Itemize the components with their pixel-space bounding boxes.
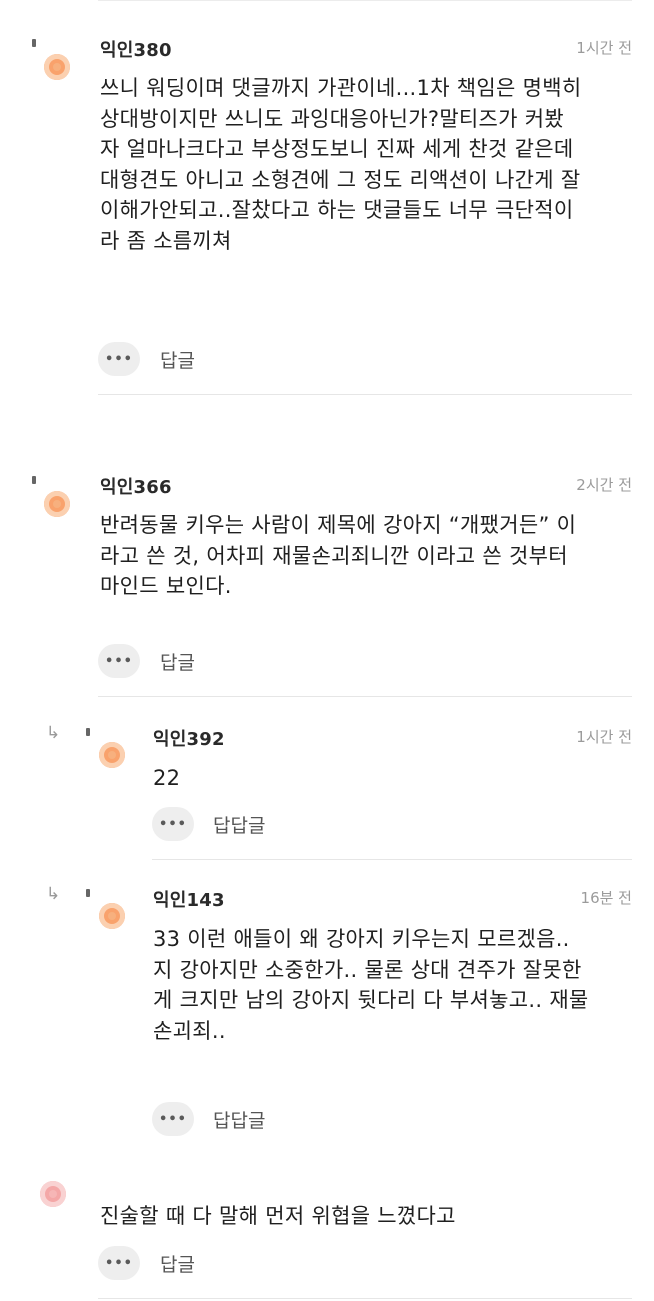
avatar <box>99 742 125 768</box>
more-options-button[interactable]: ••• <box>152 807 194 841</box>
reply-time: 1시간 전 <box>576 728 632 746</box>
avatar <box>40 1181 66 1207</box>
reply-body: 22 <box>153 766 181 790</box>
reply-time: 16분 전 <box>580 889 632 907</box>
more-options-button[interactable]: ••• <box>98 342 140 376</box>
comment-body: 진술할 때 다 말해 먼저 위협을 느꼈다고 <box>100 1204 456 1228</box>
comment-author[interactable]: 익인366 <box>100 473 172 499</box>
avatar <box>44 491 70 517</box>
menu-dot-icon[interactable] <box>86 728 90 736</box>
menu-dot-icon[interactable] <box>86 889 90 897</box>
reply-button[interactable]: 답답글 <box>213 1106 265 1133</box>
comment-body: 쓰니 워딩이며 댓글까지 가관이네...1차 책임은 명백히 상대방이지만 쓰니… <box>100 76 582 253</box>
reply-arrow-icon: ↳ <box>46 723 61 743</box>
comment-divider <box>152 859 632 860</box>
reply-author[interactable]: 익인143 <box>153 886 225 912</box>
comment-time: 1시간 전 <box>576 39 632 57</box>
comment-divider <box>98 394 632 395</box>
avatar <box>44 54 70 80</box>
avatar <box>99 903 125 929</box>
more-options-button[interactable]: ••• <box>98 644 140 678</box>
more-options-button[interactable]: ••• <box>152 1102 194 1136</box>
comment-author[interactable]: 익인380 <box>100 36 172 62</box>
reply-arrow-icon: ↳ <box>46 884 61 904</box>
reply-body: 33 이런 애들이 왜 강아지 키우는지 모르겠음.. 지 강아지만 소중한가.… <box>153 927 589 1043</box>
reply-button[interactable]: 답글 <box>160 648 195 675</box>
more-options-button[interactable]: ••• <box>98 1246 140 1280</box>
menu-dot-icon[interactable] <box>32 476 36 484</box>
reply-author[interactable]: 익인392 <box>153 725 225 751</box>
reply-button[interactable]: 답글 <box>160 1250 195 1277</box>
comment-divider <box>98 696 632 697</box>
menu-dot-icon[interactable] <box>32 39 36 47</box>
top-divider <box>98 0 632 1</box>
reply-button[interactable]: 답글 <box>160 346 195 373</box>
comment-time: 2시간 전 <box>576 476 632 494</box>
comment-divider <box>98 1298 632 1299</box>
reply-button[interactable]: 답답글 <box>213 811 265 838</box>
comment-body: 반려동물 키우는 사람이 제목에 강아지 “개팼거든” 이 라고 쓴 것, 어차… <box>100 513 577 598</box>
